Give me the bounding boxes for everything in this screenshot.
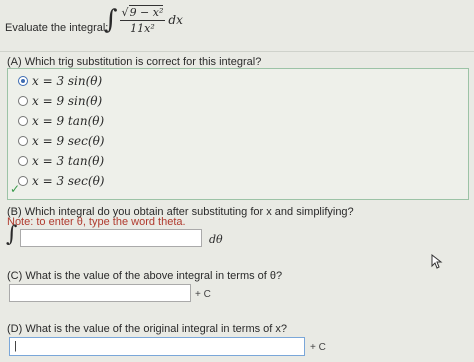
theta-note: Note: to enter θ, type the word theta. (7, 216, 186, 228)
differential: dx (168, 13, 183, 27)
option-row[interactable]: x = 3 tan(θ) (18, 151, 468, 171)
part-b-suffix: dθ (209, 233, 223, 246)
correct-check-icon: ✓ (10, 182, 21, 196)
part-a-options-panel: x = 3 sin(θ) x = 9 sin(θ) x = 9 tan(θ) x = … (7, 68, 469, 200)
option-label: x = 9 sec(θ) (32, 134, 105, 148)
option-row[interactable]: x = 9 sec(θ) (18, 131, 468, 151)
part-c-label: (C) What is the value of the above integ… (7, 270, 283, 282)
part-b-integral-sign: ∫ (6, 222, 18, 247)
option-label: x = 9 tan(θ) (32, 114, 105, 128)
part-d-answer-input[interactable]: | (9, 337, 305, 356)
integrand-numerator: 9 − x² (128, 4, 164, 19)
question-prompt: Evaluate the integral: (5, 22, 109, 34)
radio-button[interactable] (18, 156, 28, 166)
integral-sign: ∫ (104, 5, 118, 35)
divider (0, 51, 474, 52)
option-row[interactable]: x = 3 sin(θ) (18, 71, 468, 91)
part-b-answer-input[interactable] (20, 229, 202, 247)
option-label: x = 9 sin(θ) (32, 94, 103, 108)
part-c-suffix: + C (195, 289, 211, 300)
integral-expression: ∫ √9 − x² 11x² dx (104, 4, 183, 35)
option-label: x = 3 sec(θ) (32, 174, 105, 188)
mouse-cursor-icon (431, 254, 443, 269)
radio-button[interactable] (18, 96, 28, 106)
part-c-answer-input[interactable] (9, 284, 191, 302)
radio-button[interactable] (18, 116, 28, 126)
part-d-label: (D) What is the value of the original in… (7, 323, 288, 335)
option-label: x = 3 sin(θ) (32, 74, 103, 88)
option-label: x = 3 tan(θ) (32, 154, 105, 168)
radio-button[interactable] (18, 136, 28, 146)
option-row[interactable]: x = 3 sec(θ) (18, 171, 468, 191)
part-a-label: (A) Which trig substitution is correct f… (7, 56, 262, 68)
part-d-suffix: + C (310, 342, 326, 353)
option-row[interactable]: x = 9 tan(θ) (18, 111, 468, 131)
option-row[interactable]: x = 9 sin(θ) (18, 91, 468, 111)
sqrt-symbol: √ (121, 5, 129, 19)
integrand-denominator: 11x² (130, 21, 155, 35)
radio-button[interactable] (18, 76, 28, 86)
